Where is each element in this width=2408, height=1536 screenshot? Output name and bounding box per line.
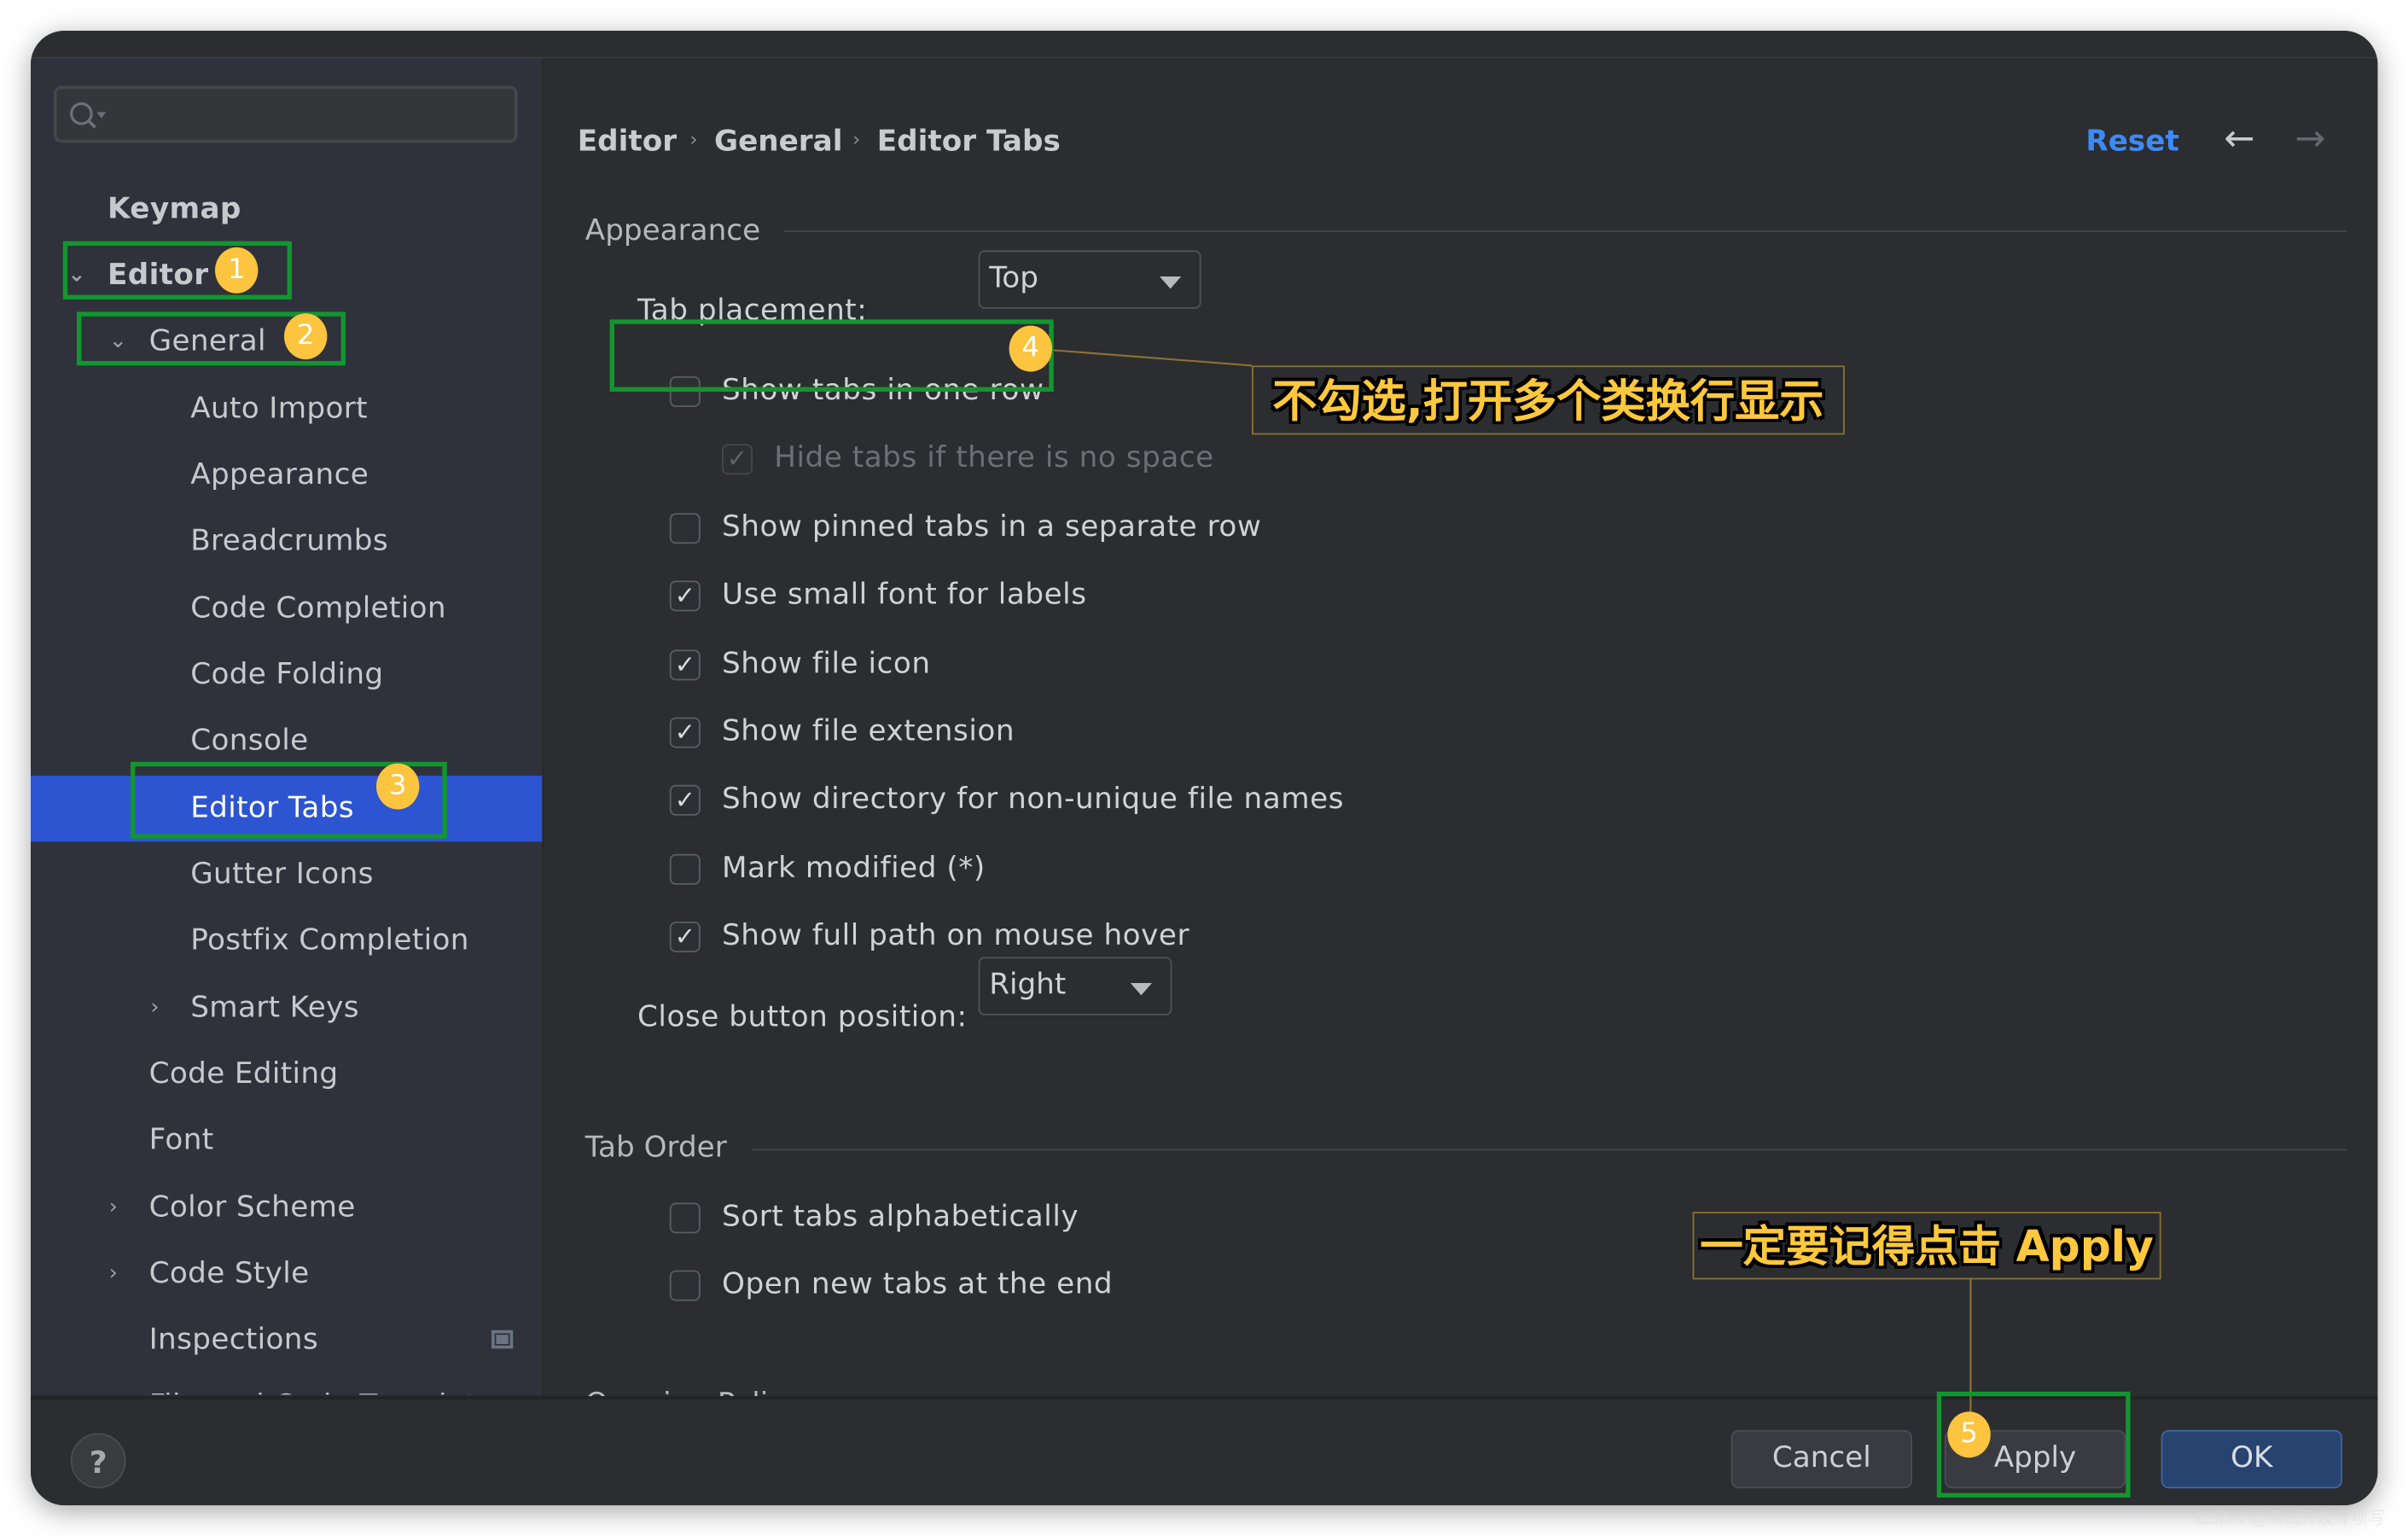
step-badge: 5: [1947, 1411, 1991, 1458]
step-badge: 3: [376, 763, 420, 810]
step-badge: 1: [215, 247, 259, 294]
step-badge: 2: [284, 313, 328, 360]
watermark: CSDN @测试开发专项写: [2196, 1508, 2386, 1528]
callout-connector: [1053, 349, 1253, 367]
callout-apply-note: 一定要记得点击 Apply: [1692, 1212, 2161, 1280]
highlight-box: [609, 319, 1054, 392]
step-badge: 4: [1009, 325, 1052, 372]
callout-uncheck-note: 不勾选,打开多个类换行显示: [1252, 365, 1845, 435]
